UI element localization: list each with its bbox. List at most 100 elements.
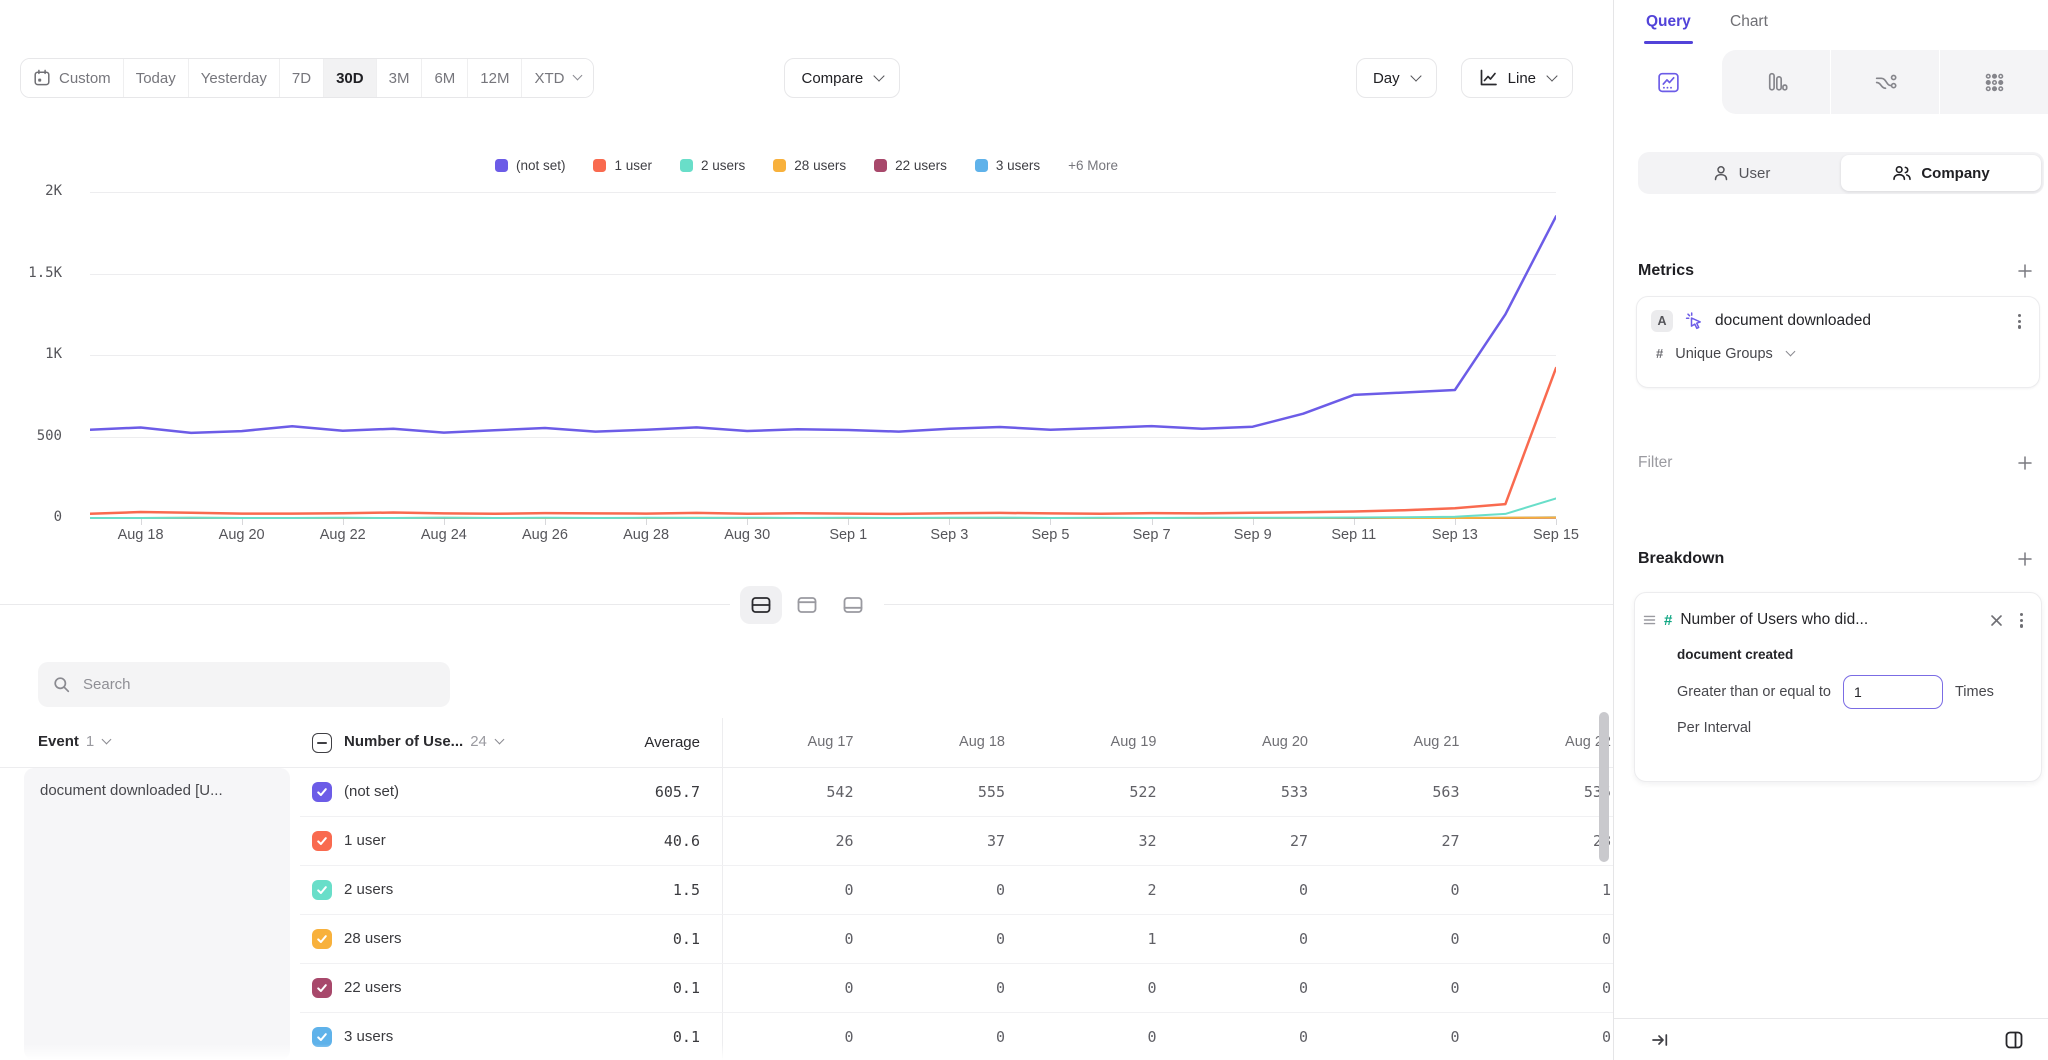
add-filter-button[interactable]	[2014, 452, 2036, 474]
date-range-xtd[interactable]: XTD	[522, 59, 593, 97]
breakdown-card[interactable]: # Number of Users who did... document cr…	[1634, 592, 2042, 782]
metric-card[interactable]: A document downloaded # Unique Groups	[1636, 296, 2040, 388]
query-panel: Query Chart User Company Metrics A docum…	[1613, 0, 2048, 1060]
row-checkbox[interactable]	[312, 978, 332, 998]
add-breakdown-button[interactable]	[2014, 548, 2036, 570]
x-axis-label: Sep 9	[1234, 527, 1272, 543]
legend-item[interactable]: 28 users	[773, 158, 846, 173]
legend-item[interactable]: 22 users	[874, 158, 947, 173]
cell-value: 37	[874, 832, 1026, 850]
event-list-item[interactable]: document downloaded [U...	[24, 768, 290, 1060]
event-column-header[interactable]: Event 1	[38, 733, 110, 750]
metrics-section-header: Metrics	[1638, 260, 2036, 282]
legend-more[interactable]: +6 More	[1068, 158, 1118, 173]
cell-value: 533	[1177, 783, 1329, 801]
chart-type-line-option[interactable]	[1614, 50, 1722, 114]
remove-breakdown-button[interactable]	[1987, 611, 2006, 630]
chevron-down-icon	[102, 734, 112, 744]
date-range-today[interactable]: Today	[124, 59, 189, 97]
series-line--not-set-	[90, 216, 1556, 433]
date-range-label: XTD	[534, 70, 564, 87]
legend-item[interactable]: 3 users	[975, 158, 1040, 173]
chart-type-grid-option[interactable]	[1939, 50, 2048, 114]
date-range-label: Custom	[59, 70, 111, 87]
date-range-label: 6M	[434, 70, 455, 87]
date-range-selector: Custom TodayYesterday7D30D3M 6M 12M XTD	[20, 58, 594, 98]
date-range-12m[interactable]: 12M	[468, 59, 522, 97]
legend-label: (not set)	[516, 158, 566, 173]
tab-chart[interactable]: Chart	[1730, 13, 1768, 31]
date-range-custom[interactable]: Custom	[21, 59, 124, 97]
legend-label: 3 users	[996, 158, 1040, 173]
legend-swatch	[874, 159, 887, 172]
compare-button[interactable]: Compare	[784, 58, 900, 98]
interval-label: Day	[1373, 70, 1400, 87]
interval-button[interactable]: Day	[1356, 58, 1437, 98]
date-header[interactable]: Aug 18	[874, 734, 1026, 750]
date-header[interactable]: Aug 22	[1480, 734, 1614, 750]
date-range-3m[interactable]: 3M	[377, 59, 423, 97]
date-range-7d[interactable]: 7D	[280, 59, 324, 97]
collapse-panel-button[interactable]	[1648, 1028, 1672, 1052]
aggregation-label: Unique Groups	[1675, 346, 1773, 362]
search-box[interactable]	[38, 662, 450, 707]
row-values: 000000	[722, 979, 1613, 997]
split-view-button[interactable]	[2002, 1028, 2026, 1052]
collapse-panel-icon	[1650, 1030, 1670, 1050]
date-headers: Aug 17Aug 18Aug 19Aug 20Aug 21Aug 22	[722, 734, 1613, 750]
legend-swatch	[975, 159, 988, 172]
tab-query[interactable]: Query	[1646, 13, 1691, 31]
date-range-30d[interactable]: 30D	[324, 59, 377, 97]
chart-canvas[interactable]	[90, 185, 1556, 525]
row-checkbox[interactable]	[312, 782, 332, 802]
row-label: 3 users	[344, 1028, 393, 1045]
chart-type-button[interactable]: Line	[1461, 58, 1573, 98]
legend-item[interactable]: (not set)	[495, 158, 566, 173]
legend-item[interactable]: 2 users	[680, 158, 745, 173]
chart-type-flow-option[interactable]	[1830, 50, 1939, 114]
row-average: 605.7	[540, 783, 700, 801]
toggle-company[interactable]: Company	[1841, 155, 2041, 191]
row-checkbox[interactable]	[312, 880, 332, 900]
table-header: Event 1 Number of Use... 24 Average Aug …	[0, 718, 1613, 768]
date-header[interactable]: Aug 21	[1328, 734, 1480, 750]
interval-label: Per Interval	[1677, 720, 2027, 736]
legend-swatch	[495, 159, 508, 172]
condition-value-input[interactable]	[1843, 675, 1943, 709]
company-icon	[1892, 164, 1912, 182]
cell-value: 0	[874, 979, 1026, 997]
aggregation-selector[interactable]: # Unique Groups	[1651, 346, 2025, 362]
drag-handle-icon[interactable]	[1643, 614, 1656, 626]
date-range-6m[interactable]: 6M	[422, 59, 468, 97]
chart-type-bar-option[interactable]	[1722, 50, 1830, 114]
event-count: 1	[86, 733, 94, 750]
row-average: 0.1	[540, 930, 700, 948]
add-metric-button[interactable]	[2014, 260, 2036, 282]
date-header[interactable]: Aug 19	[1025, 734, 1177, 750]
panel-footer	[1614, 1018, 2048, 1060]
date-range-yesterday[interactable]: Yesterday	[189, 59, 280, 97]
select-all-checkbox[interactable]	[312, 733, 332, 753]
filter-section-header: Filter	[1638, 452, 2036, 474]
series-column-header[interactable]: Number of Use... 24	[344, 733, 503, 750]
cell-value: 0	[1328, 979, 1480, 997]
cell-value: 535	[1480, 783, 1614, 801]
line-chart-icon	[1478, 68, 1498, 88]
legend-item[interactable]: 1 user	[593, 158, 652, 173]
row-checkbox[interactable]	[312, 929, 332, 949]
date-header[interactable]: Aug 20	[1177, 734, 1329, 750]
toolbar-right-group: Day Line	[1356, 58, 1573, 98]
cell-value: 2	[1025, 881, 1177, 899]
x-axis-tick	[1556, 519, 1557, 525]
date-header[interactable]: Aug 17	[722, 734, 874, 750]
metrics-heading: Metrics	[1638, 262, 1694, 280]
row-checkbox[interactable]	[312, 831, 332, 851]
toggle-user[interactable]: User	[1641, 155, 1841, 191]
metric-menu-button[interactable]	[2014, 310, 2025, 333]
table-scrollbar[interactable]	[1599, 712, 1609, 862]
breakdown-menu-button[interactable]	[2016, 609, 2027, 632]
legend-label: 28 users	[794, 158, 846, 173]
x-axis-label: Aug 24	[421, 527, 467, 543]
row-label: 1 user	[344, 832, 386, 849]
search-input[interactable]	[81, 675, 435, 694]
